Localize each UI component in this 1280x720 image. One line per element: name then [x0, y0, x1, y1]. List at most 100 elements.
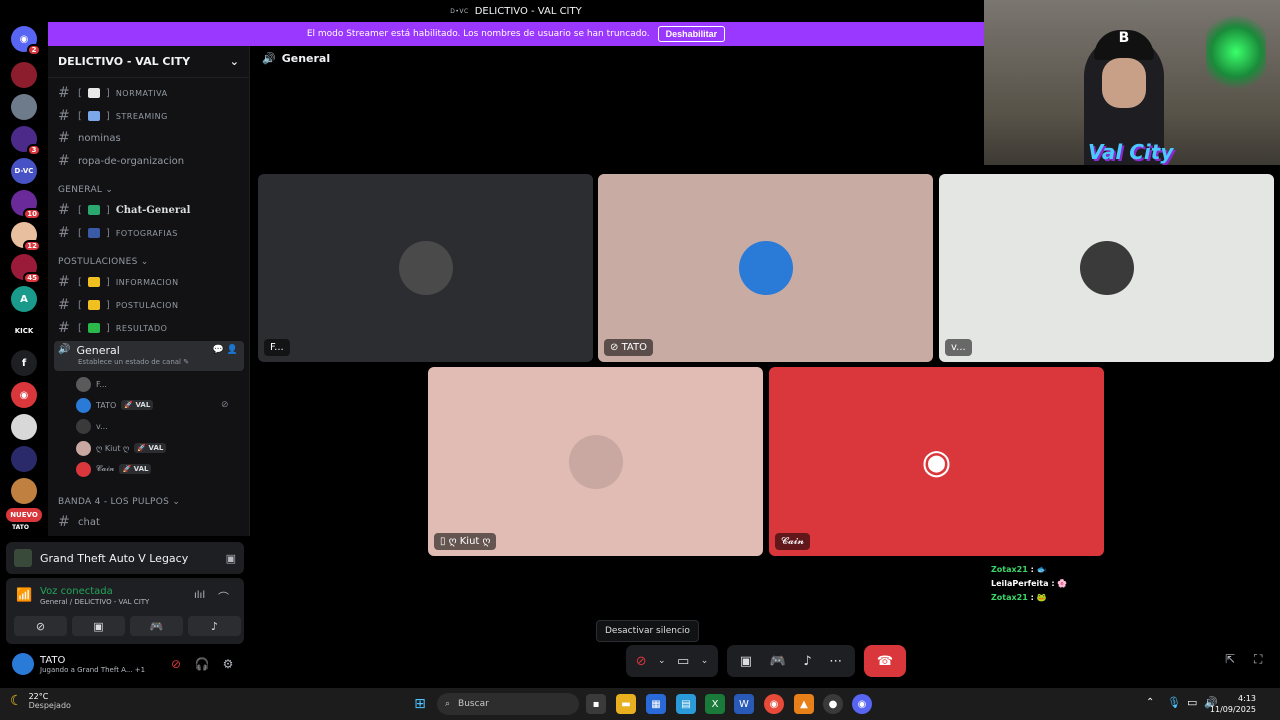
server-f-icon[interactable]: f — [11, 350, 37, 376]
taskbar-search[interactable]: ⌕ Buscar — [437, 693, 579, 715]
camera-off-button[interactable]: ⊘ — [14, 616, 67, 636]
voice-channel-general[interactable]: 🔊 General Establece un estado de canal ✎ 💬 👤 — [54, 341, 244, 371]
channel-status-prompt[interactable]: Establece un estado de canal ✎ — [78, 358, 189, 366]
popout-icon[interactable]: ⇱ — [1225, 652, 1235, 666]
action-group: ▣ 🎮 ♪ ⋯ — [727, 645, 855, 677]
soundboard-button[interactable]: ♪ — [188, 616, 241, 636]
gear-icon[interactable]: ⚙ — [218, 657, 238, 671]
windows-start-icon[interactable]: ⊞ — [410, 694, 430, 714]
channel-item[interactable]: # [] STREAMING — [54, 106, 244, 126]
webcam-overlay: B Val City — [984, 0, 1280, 165]
channel-item[interactable]: # ropa-de-organizacion — [54, 151, 244, 171]
file-explorer-icon[interactable]: ▬ — [616, 694, 636, 714]
server-discord-red-icon[interactable]: ◉ — [11, 382, 37, 408]
mention-badge: 3 — [27, 144, 41, 156]
video-tile[interactable]: ⊘ TATO — [598, 174, 933, 362]
channel-item[interactable]: # nominas — [54, 128, 244, 148]
chrome-icon[interactable]: ◉ — [764, 694, 784, 714]
store-icon[interactable]: ▦ — [646, 694, 666, 714]
noise-icon[interactable]: ılıl — [194, 590, 205, 601]
share-screen-icon[interactable]: ▣ — [740, 654, 752, 669]
server-crimson-icon[interactable]: 45 — [11, 254, 41, 284]
participant-name: ღ Kiut ღ — [448, 536, 491, 547]
server-logo-white-icon[interactable] — [11, 414, 37, 440]
chevron-down-icon[interactable]: ⌄ — [701, 656, 709, 666]
speaker-icon: 🔊 — [262, 52, 276, 65]
disable-streamer-button[interactable]: Deshabilitar — [657, 26, 726, 42]
mic-tray-icon[interactable]: 🎙 — [1167, 696, 1181, 709]
voice-channel-label: General — [76, 344, 120, 357]
chat-overlay-line: Zotax21 : 🐸 — [991, 593, 1047, 602]
task-view-icon[interactable]: ▪ — [586, 694, 606, 714]
category-header[interactable]: GENERAL ⌄ — [58, 185, 113, 195]
screen-share-icon[interactable]: ▣ — [226, 552, 236, 565]
activity-card[interactable]: Grand Theft Auto V Legacy ▣ — [6, 542, 244, 574]
category-header[interactable]: POSTULACIONES ⌄ — [58, 257, 149, 267]
voice-user[interactable]: 𝓒𝓪𝓲𝓷 🚀 VAL — [76, 460, 152, 478]
channel-item[interactable]: # [] INFORMACION — [54, 272, 244, 292]
invite-icon[interactable]: 👤 — [227, 345, 238, 355]
server-red-gun-icon[interactable] — [11, 62, 37, 88]
weather-widget[interactable]: ☾ 22°C Despejado — [10, 692, 71, 710]
word-icon[interactable]: W — [734, 694, 754, 714]
mic-muted-icon[interactable]: ⊘ — [636, 654, 647, 669]
activity-button[interactable]: 🎮 — [130, 616, 183, 636]
channel-emoji-icon — [87, 111, 100, 121]
voice-user[interactable]: v... — [76, 417, 108, 435]
channel-item[interactable]: # chat — [54, 512, 244, 532]
channel-item[interactable]: # [] FOTOGRAFIAS — [54, 223, 244, 243]
voice-user[interactable]: F... — [76, 375, 107, 393]
voice-user[interactable]: TATO 🚀 VAL ⊘ — [76, 396, 229, 414]
chat-bubble-icon[interactable]: 💬 — [213, 345, 224, 355]
user-status: Jugando a Grand Theft A... +1 — [40, 666, 160, 674]
voice-user-name: F... — [96, 379, 107, 389]
user-avatar[interactable] — [12, 653, 34, 675]
channel-item[interactable]: # [] Chat-General — [54, 200, 244, 220]
system-clock[interactable]: 4:13 11/09/2025 — [1210, 693, 1256, 715]
camera-off-icon[interactable]: ▭ — [677, 654, 689, 669]
excel-icon[interactable]: X — [705, 694, 725, 714]
server-neon-icon[interactable]: 10 — [11, 190, 41, 220]
server-a-icon[interactable]: A — [11, 286, 37, 312]
server-dvc-icon[interactable]: D-VC — [11, 158, 37, 184]
server-purple-icon[interactable]: 3 — [11, 126, 41, 156]
chevron-up-icon[interactable]: ⌃ — [1146, 697, 1154, 708]
server-blue-logo-icon[interactable] — [11, 446, 37, 472]
vlc-icon[interactable]: ▲ — [794, 694, 814, 714]
discord-home-icon[interactable]: ◉ 2 — [11, 26, 41, 56]
video-tile[interactable]: ◉ 𝓒𝓪𝓲𝓷 — [769, 367, 1104, 556]
network-icon[interactable]: ▭ — [1187, 696, 1197, 709]
disconnect-icon[interactable]: ⌒ — [218, 589, 229, 605]
video-tile[interactable]: v... — [939, 174, 1274, 362]
channel-item[interactable]: # [] POSTULACION — [54, 295, 244, 315]
mic-muted-icon[interactable]: ⊘ — [166, 657, 186, 671]
headphones-icon[interactable]: 🎧 — [192, 657, 212, 671]
video-tile[interactable]: F... — [258, 174, 593, 362]
hangup-button[interactable]: ☎ — [864, 645, 906, 677]
server-city-icon[interactable] — [11, 94, 37, 120]
channel-item[interactable]: # [] NORMATIVA — [54, 83, 244, 103]
voice-user[interactable]: ღ Kiut ღ 🚀 VAL — [76, 439, 167, 457]
activity-game: Grand Theft Auto V Legacy — [40, 551, 189, 565]
participant-avatar — [738, 241, 793, 295]
server-gta-icon[interactable] — [11, 478, 37, 504]
hash-icon: # — [58, 514, 70, 530]
gamepad-icon[interactable]: 🎮 — [770, 654, 786, 669]
category-header[interactable]: BANDA 4 - LOS PULPOS ⌄ — [58, 497, 180, 507]
server-orange-icon[interactable]: 12 — [11, 222, 41, 252]
more-icon[interactable]: ⋯ — [829, 654, 842, 669]
bracket: ] — [105, 110, 110, 122]
voice-location[interactable]: General / DELICTIVO - VAL CITY — [40, 598, 149, 606]
chat-overlay-line: Zotax21 : 🐟 — [991, 565, 1047, 574]
discord-taskbar-icon[interactable]: ◉ — [852, 694, 872, 714]
soundboard-icon[interactable]: ♪ — [803, 654, 811, 669]
calculator-icon[interactable]: ▤ — [676, 694, 696, 714]
fullscreen-icon[interactable]: ⛶ — [1254, 652, 1262, 667]
share-screen-button[interactable]: ▣ — [72, 616, 125, 636]
obs-icon[interactable]: ● — [823, 694, 843, 714]
channel-item[interactable]: # [] RESULTADO — [54, 318, 244, 338]
server-kick-icon[interactable]: KICK — [11, 318, 37, 344]
server-name-header[interactable]: DELICTIVO - VAL CITY ⌄ — [48, 46, 249, 78]
chevron-down-icon[interactable]: ⌄ — [658, 656, 666, 666]
video-tile[interactable]: ▯ ღ Kiut ღ — [428, 367, 763, 556]
